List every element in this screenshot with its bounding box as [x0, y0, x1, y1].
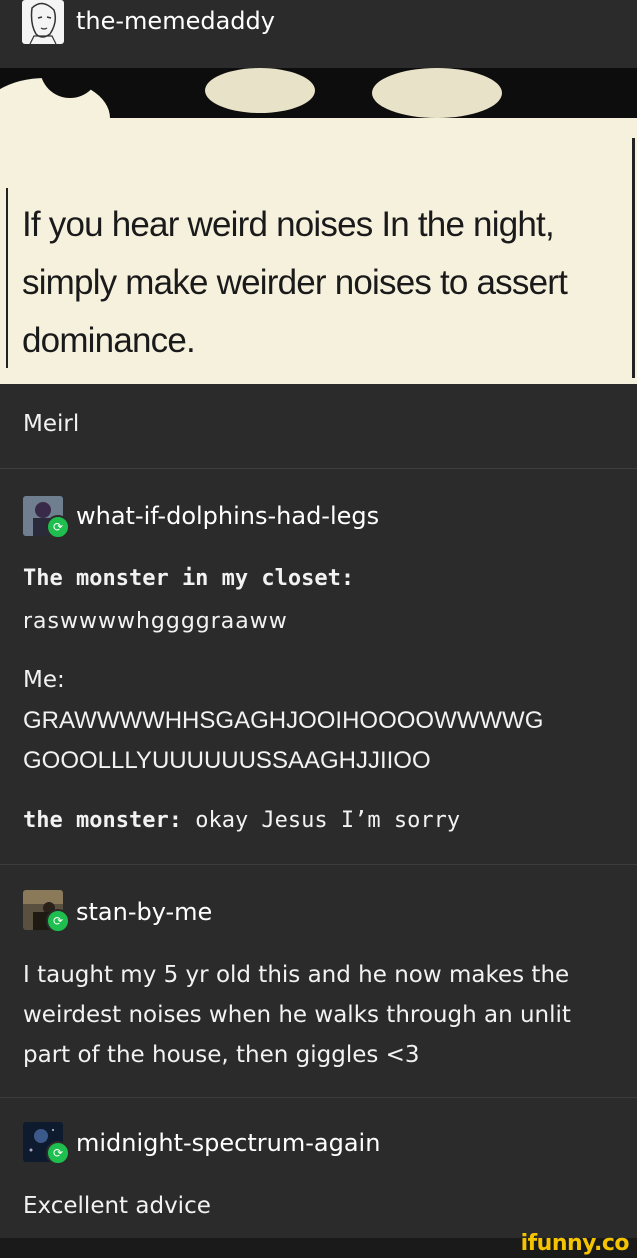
dialogue-line: GRAWWWWHHSGAGHJOOIHOOOOWWWWG [23, 707, 544, 734]
caption: Meirl [23, 411, 80, 437]
dialogue-line: raswwwwhggggraaww [23, 609, 288, 634]
watermark: ifunny.co [520, 1231, 630, 1256]
quote-text: If you hear weird noises In the night, s… [22, 196, 627, 370]
quote-line: simply make weirder noises to assert [22, 263, 568, 302]
quote-line: If you hear weird noises In the night, [22, 205, 555, 244]
page-edge-line [632, 138, 635, 378]
quote-image: If you hear weird noises In the night, s… [0, 68, 637, 384]
quote-line: dominance. [22, 321, 196, 360]
dialogue-line: GOOOLLLYUUUUUUSSAAGHJJIIOO [23, 747, 431, 774]
reblog-text: I taught my 5 yr old this and he now mak… [23, 962, 571, 1068]
divider [0, 864, 637, 865]
reblog-icon: ⟳ [46, 515, 70, 539]
reblog-text: Excellent advice [23, 1193, 211, 1219]
speaker-label: the monster: [23, 808, 182, 833]
reblogger-username[interactable]: what-if-dolphins-had-legs [76, 502, 379, 530]
dialogue-line: Me: [23, 667, 65, 693]
original-poster-username[interactable]: the-memedaddy [76, 7, 275, 35]
dialogue-line: The monster in my closet: [23, 566, 354, 591]
divider [0, 468, 637, 469]
dialogue-line: the monster: okay Jesus I’m sorry [23, 808, 460, 833]
reblogger-username[interactable]: stan-by-me [76, 898, 212, 926]
comic-art-shape [205, 68, 315, 113]
reblogger-username[interactable]: midnight-spectrum-again [76, 1129, 380, 1157]
sketch-face-icon[interactable] [22, 0, 64, 44]
divider [0, 1097, 637, 1098]
reblog-icon: ⟳ [46, 1141, 70, 1165]
post-header: the-memedaddy [0, 0, 637, 68]
reblog-icon: ⟳ [46, 909, 70, 933]
speaker-label: The monster in my closet: [23, 566, 355, 591]
comic-art-shape [372, 68, 502, 118]
dialogue-text: okay Jesus I’m sorry [195, 808, 461, 833]
page-edge-line [6, 188, 8, 368]
